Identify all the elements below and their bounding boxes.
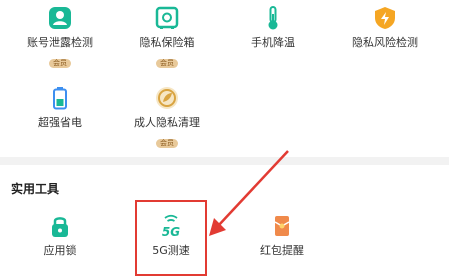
section-divider — [0, 157, 449, 165]
member-badge: 会员 — [156, 59, 178, 68]
leaf-clean-icon — [153, 84, 181, 112]
tool-app-lock[interactable]: 应用锁 — [5, 212, 115, 258]
tool-label: 超强省电 — [38, 116, 82, 129]
tool-label: 成人隐私清理 — [134, 116, 200, 129]
tool-label: 隐私保险箱 — [139, 36, 195, 49]
person-shield-icon — [46, 4, 74, 32]
tool-adult-privacy-cleanup[interactable]: 成人隐私清理 会员 — [112, 84, 222, 149]
tool-label: 账号泄露检测 — [27, 36, 93, 49]
highlight-box — [135, 200, 207, 276]
shield-bolt-icon — [371, 4, 399, 32]
red-envelope-icon — [268, 212, 296, 240]
tool-red-envelope-reminder[interactable]: 红包提醒 — [227, 212, 337, 258]
member-badge: 会员 — [156, 139, 178, 148]
tool-privacy-risk-check[interactable]: 隐私风险检测 — [330, 4, 440, 50]
tool-label: 应用锁 — [43, 244, 77, 257]
tool-label: 红包提醒 — [260, 244, 304, 257]
section-title-utility-tools: 实用工具 — [11, 182, 60, 196]
safe-icon — [153, 4, 181, 32]
thermometer-icon — [259, 4, 287, 32]
lock-icon — [46, 212, 74, 240]
member-badge: 会员 — [49, 59, 71, 68]
battery-icon — [46, 84, 74, 112]
tool-label: 手机降温 — [251, 36, 295, 49]
tool-label: 隐私风险检测 — [352, 36, 418, 49]
tool-phone-cooling[interactable]: 手机降温 — [218, 4, 328, 50]
tool-account-leak-check[interactable]: 账号泄露检测 会员 — [5, 4, 115, 69]
tool-privacy-safe[interactable]: 隐私保险箱 会员 — [112, 4, 222, 69]
tool-super-power-saving[interactable]: 超强省电 — [5, 84, 115, 130]
